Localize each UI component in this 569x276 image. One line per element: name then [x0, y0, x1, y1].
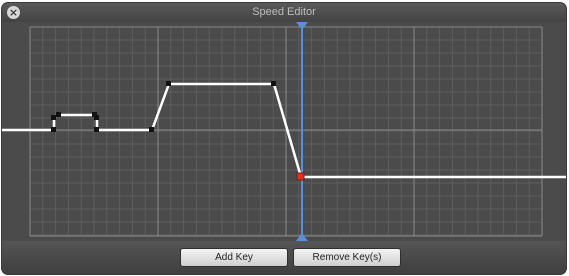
playhead-top-arrow-icon[interactable] [296, 22, 308, 30]
keyframe[interactable] [94, 115, 99, 120]
window-title: Speed Editor [252, 6, 316, 18]
add-key-button[interactable]: Add Key [180, 248, 288, 267]
keyframe[interactable] [56, 112, 61, 117]
keyframe[interactable] [94, 127, 99, 132]
keyframe[interactable] [166, 81, 171, 86]
keyframe[interactable] [51, 115, 56, 120]
button-bar: Add Key Remove Key(s) [2, 241, 566, 274]
remove-keys-button[interactable]: Remove Key(s) [293, 248, 401, 267]
keyframe[interactable] [51, 127, 56, 132]
playhead-bottom-arrow-icon[interactable] [296, 233, 308, 241]
keyframe[interactable] [271, 81, 276, 86]
speed-editor-window: × Speed Editor Add Key Remove Key(s) [2, 3, 566, 274]
title-bar: × Speed Editor [2, 3, 566, 22]
keyframe[interactable] [149, 127, 154, 132]
speed-graph[interactable] [2, 22, 566, 241]
selected-keyframe[interactable] [296, 172, 305, 181]
speed-graph-canvas[interactable] [2, 22, 566, 241]
